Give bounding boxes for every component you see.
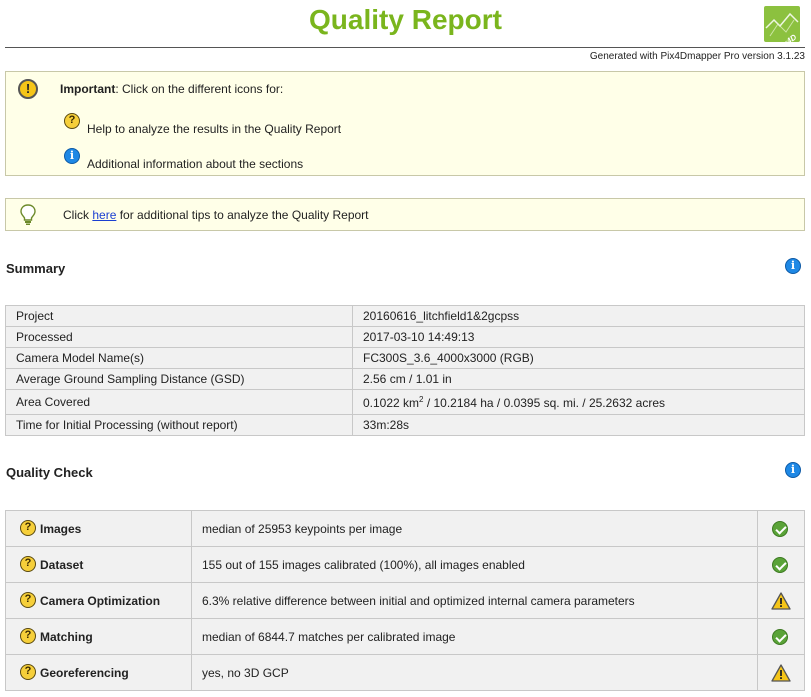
summary-table: Project 20160616_litchfield1&2gcpss Proc…: [5, 305, 805, 436]
quality-label: Dataset: [40, 557, 84, 572]
quality-key: ? Camera Optimization: [5, 582, 192, 619]
quality-key: ? Georeferencing: [5, 654, 192, 691]
area-value-suffix: / 10.2184 ha / 0.0395 sq. mi. / 25.2632 …: [423, 395, 665, 410]
lightbulb-icon: [20, 204, 36, 225]
quality-label: Georeferencing: [40, 665, 129, 680]
table-row: Time for Initial Processing (without rep…: [5, 414, 805, 436]
quality-key: ? Matching: [5, 618, 192, 655]
quality-value: yes, no 3D GCP: [191, 654, 758, 691]
quality-value: 6.3% relative difference between initial…: [191, 582, 758, 619]
info-text: Additional information about the section…: [87, 157, 304, 171]
status-cell: [757, 546, 805, 583]
table-row: Area Covered 0.1022 km2 / 10.2184 ha / 0…: [5, 389, 805, 415]
tips-text-after: for additional tips to analyze the Quali…: [116, 208, 369, 222]
question-icon[interactable]: ?: [20, 628, 36, 644]
table-row: Average Ground Sampling Distance (GSD) 2…: [5, 368, 805, 390]
warning-triangle-icon: [771, 664, 791, 682]
important-notice: ! Important: Click on the different icon…: [5, 71, 805, 176]
header-divider: [5, 47, 805, 48]
help-text: Help to analyze the results in the Quali…: [87, 122, 342, 136]
question-icon[interactable]: ?: [20, 556, 36, 572]
generated-with-text: Generated with Pix4Dmapper Pro version 3…: [589, 51, 805, 62]
summary-value: 0.1022 km2 / 10.2184 ha / 0.0395 sq. mi.…: [352, 389, 805, 415]
summary-info-icon[interactable]: i: [785, 258, 801, 274]
table-row: Camera Model Name(s) FC300S_3.6_4000x300…: [5, 347, 805, 369]
table-row: Project 20160616_litchfield1&2gcpss: [5, 305, 805, 327]
important-text: : Click on the different icons for:: [115, 82, 284, 96]
summary-key: Time for Initial Processing (without rep…: [5, 414, 353, 436]
status-cell: [757, 510, 805, 547]
status-cell: [757, 654, 805, 691]
important-line: Important: Click on the different icons …: [60, 82, 283, 96]
question-icon[interactable]: ?: [20, 664, 36, 680]
summary-title: Summary: [6, 261, 66, 276]
quality-label: Images: [40, 521, 82, 536]
summary-key: Project: [5, 305, 353, 327]
table-row: ? Matching median of 6844.7 matches per c…: [5, 618, 805, 655]
pix4d-logo: Pix4D: [764, 6, 800, 42]
question-icon[interactable]: ?: [20, 592, 36, 608]
summary-value: 20160616_litchfield1&2gcpss: [352, 305, 805, 327]
summary-key: Area Covered: [5, 389, 353, 415]
table-row: ? Images median of 25953 keypoints per im…: [5, 510, 805, 547]
important-label: Important: [60, 82, 116, 96]
summary-value: FC300S_3.6_4000x3000 (RGB): [352, 347, 805, 369]
area-value-prefix: 0.1022 km: [363, 395, 420, 410]
check-icon: [772, 557, 788, 573]
quality-value: median of 25953 keypoints per image: [191, 510, 758, 547]
tips-text-before: Click: [63, 208, 93, 222]
table-row: Processed 2017-03-10 14:49:13: [5, 326, 805, 348]
tips-link[interactable]: here: [92, 208, 116, 222]
quality-check-title: Quality Check: [6, 465, 93, 480]
quality-value: 155 out of 155 images calibrated (100%),…: [191, 546, 758, 583]
summary-key: Camera Model Name(s): [5, 347, 353, 369]
summary-key: Average Ground Sampling Distance (GSD): [5, 368, 353, 390]
quality-check-info-icon[interactable]: i: [785, 462, 801, 478]
quality-key: ? Images: [5, 510, 192, 547]
check-icon: [772, 629, 788, 645]
summary-value: 2017-03-10 14:49:13: [352, 326, 805, 348]
warning-triangle-icon: [771, 592, 791, 610]
quality-label: Matching: [40, 629, 93, 644]
report-title: Quality Report: [309, 4, 502, 35]
check-icon: [772, 521, 788, 537]
summary-value: 2.56 cm / 1.01 in: [352, 368, 805, 390]
question-icon[interactable]: ?: [20, 520, 36, 536]
quality-value: median of 6844.7 matches per calibrated …: [191, 618, 758, 655]
quality-label: Camera Optimization: [40, 593, 161, 608]
exclamation-icon: !: [18, 79, 38, 99]
table-row: ? Camera Optimization 6.3% relative diffe…: [5, 582, 805, 619]
info-icon[interactable]: i: [64, 148, 80, 164]
status-cell: [757, 618, 805, 655]
status-cell: [757, 582, 805, 619]
quality-key: ? Dataset: [5, 546, 192, 583]
table-row: ? Dataset 155 out of 155 images calibrate…: [5, 546, 805, 583]
tips-line: Click here for additional tips to analyz…: [63, 208, 369, 222]
question-icon[interactable]: ?: [64, 113, 80, 129]
summary-value: 33m:28s: [352, 414, 805, 436]
tips-notice: Click here for additional tips to analyz…: [5, 198, 805, 231]
quality-check-table: ? Images median of 25953 keypoints per im…: [5, 510, 805, 691]
summary-key: Processed: [5, 326, 353, 348]
table-row: ? Georeferencing yes, no 3D GCP: [5, 654, 805, 691]
